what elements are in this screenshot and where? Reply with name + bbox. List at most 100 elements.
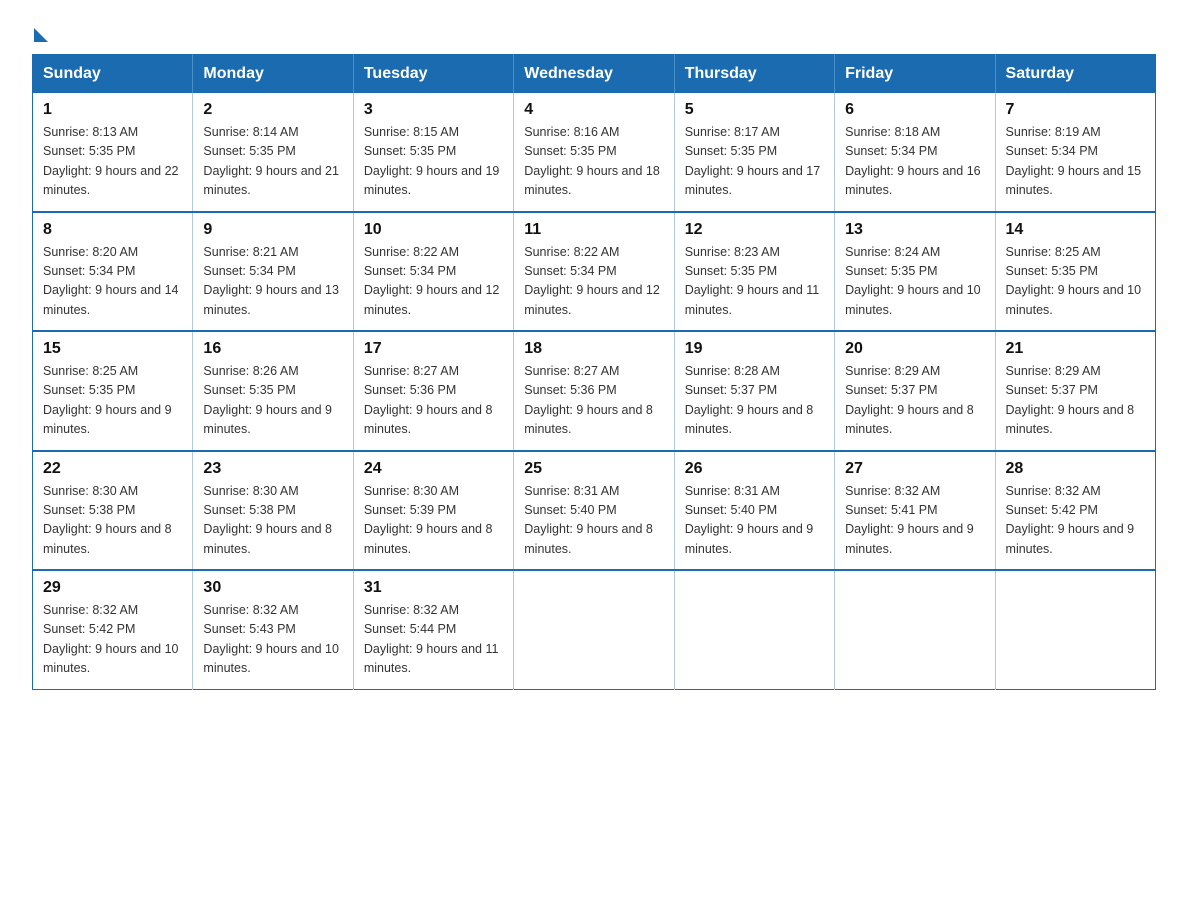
day-info: Sunrise: 8:30 AMSunset: 5:38 PMDaylight:… [203,484,332,556]
day-info: Sunrise: 8:30 AMSunset: 5:38 PMDaylight:… [43,484,172,556]
calendar-week-row: 15 Sunrise: 8:25 AMSunset: 5:35 PMDaylig… [33,331,1156,451]
day-number: 14 [1006,221,1145,239]
calendar-cell: 15 Sunrise: 8:25 AMSunset: 5:35 PMDaylig… [33,331,193,451]
day-info: Sunrise: 8:21 AMSunset: 5:34 PMDaylight:… [203,245,339,317]
day-number: 31 [364,579,503,597]
day-number: 28 [1006,460,1145,478]
calendar-cell: 13 Sunrise: 8:24 AMSunset: 5:35 PMDaylig… [835,212,995,332]
day-number: 5 [685,101,824,119]
day-number: 12 [685,221,824,239]
calendar-cell [514,570,674,689]
day-number: 26 [685,460,824,478]
day-number: 23 [203,460,342,478]
calendar-cell: 23 Sunrise: 8:30 AMSunset: 5:38 PMDaylig… [193,451,353,571]
day-info: Sunrise: 8:19 AMSunset: 5:34 PMDaylight:… [1006,125,1142,197]
calendar-cell: 22 Sunrise: 8:30 AMSunset: 5:38 PMDaylig… [33,451,193,571]
calendar-cell: 3 Sunrise: 8:15 AMSunset: 5:35 PMDayligh… [353,93,513,212]
day-number: 2 [203,101,342,119]
day-info: Sunrise: 8:22 AMSunset: 5:34 PMDaylight:… [524,245,660,317]
day-info: Sunrise: 8:32 AMSunset: 5:42 PMDaylight:… [43,603,179,675]
day-number: 6 [845,101,984,119]
day-info: Sunrise: 8:25 AMSunset: 5:35 PMDaylight:… [1006,245,1142,317]
calendar-cell: 30 Sunrise: 8:32 AMSunset: 5:43 PMDaylig… [193,570,353,689]
day-info: Sunrise: 8:32 AMSunset: 5:44 PMDaylight:… [364,603,499,675]
calendar-week-row: 29 Sunrise: 8:32 AMSunset: 5:42 PMDaylig… [33,570,1156,689]
day-number: 7 [1006,101,1145,119]
day-info: Sunrise: 8:26 AMSunset: 5:35 PMDaylight:… [203,364,332,436]
day-number: 21 [1006,340,1145,358]
calendar-cell: 28 Sunrise: 8:32 AMSunset: 5:42 PMDaylig… [995,451,1155,571]
calendar-cell: 17 Sunrise: 8:27 AMSunset: 5:36 PMDaylig… [353,331,513,451]
day-number: 1 [43,101,182,119]
calendar-cell: 25 Sunrise: 8:31 AMSunset: 5:40 PMDaylig… [514,451,674,571]
calendar-cell: 6 Sunrise: 8:18 AMSunset: 5:34 PMDayligh… [835,93,995,212]
calendar-cell: 27 Sunrise: 8:32 AMSunset: 5:41 PMDaylig… [835,451,995,571]
calendar-cell: 2 Sunrise: 8:14 AMSunset: 5:35 PMDayligh… [193,93,353,212]
calendar-cell: 5 Sunrise: 8:17 AMSunset: 5:35 PMDayligh… [674,93,834,212]
calendar-week-row: 22 Sunrise: 8:30 AMSunset: 5:38 PMDaylig… [33,451,1156,571]
day-info: Sunrise: 8:31 AMSunset: 5:40 PMDaylight:… [524,484,653,556]
day-info: Sunrise: 8:17 AMSunset: 5:35 PMDaylight:… [685,125,821,197]
calendar-header-friday: Friday [835,55,995,94]
calendar-cell [835,570,995,689]
calendar-cell [995,570,1155,689]
day-number: 9 [203,221,342,239]
day-number: 22 [43,460,182,478]
calendar-cell: 11 Sunrise: 8:22 AMSunset: 5:34 PMDaylig… [514,212,674,332]
calendar-cell: 24 Sunrise: 8:30 AMSunset: 5:39 PMDaylig… [353,451,513,571]
calendar-cell: 18 Sunrise: 8:27 AMSunset: 5:36 PMDaylig… [514,331,674,451]
calendar-cell: 16 Sunrise: 8:26 AMSunset: 5:35 PMDaylig… [193,331,353,451]
calendar-cell: 8 Sunrise: 8:20 AMSunset: 5:34 PMDayligh… [33,212,193,332]
calendar-header-sunday: Sunday [33,55,193,94]
calendar-cell [674,570,834,689]
calendar-week-row: 1 Sunrise: 8:13 AMSunset: 5:35 PMDayligh… [33,93,1156,212]
day-info: Sunrise: 8:29 AMSunset: 5:37 PMDaylight:… [1006,364,1135,436]
logo-arrow-icon [34,28,48,42]
day-number: 30 [203,579,342,597]
calendar-cell: 9 Sunrise: 8:21 AMSunset: 5:34 PMDayligh… [193,212,353,332]
day-number: 25 [524,460,663,478]
day-number: 19 [685,340,824,358]
day-number: 13 [845,221,984,239]
day-number: 29 [43,579,182,597]
calendar-cell: 14 Sunrise: 8:25 AMSunset: 5:35 PMDaylig… [995,212,1155,332]
day-number: 11 [524,221,663,239]
calendar-table: SundayMondayTuesdayWednesdayThursdayFrid… [32,54,1156,690]
calendar-cell: 12 Sunrise: 8:23 AMSunset: 5:35 PMDaylig… [674,212,834,332]
day-info: Sunrise: 8:18 AMSunset: 5:34 PMDaylight:… [845,125,981,197]
day-number: 18 [524,340,663,358]
calendar-cell: 1 Sunrise: 8:13 AMSunset: 5:35 PMDayligh… [33,93,193,212]
calendar-cell: 31 Sunrise: 8:32 AMSunset: 5:44 PMDaylig… [353,570,513,689]
day-info: Sunrise: 8:32 AMSunset: 5:43 PMDaylight:… [203,603,339,675]
day-number: 15 [43,340,182,358]
day-info: Sunrise: 8:28 AMSunset: 5:37 PMDaylight:… [685,364,814,436]
calendar-header-row: SundayMondayTuesdayWednesdayThursdayFrid… [33,55,1156,94]
day-info: Sunrise: 8:15 AMSunset: 5:35 PMDaylight:… [364,125,500,197]
calendar-cell: 21 Sunrise: 8:29 AMSunset: 5:37 PMDaylig… [995,331,1155,451]
day-info: Sunrise: 8:14 AMSunset: 5:35 PMDaylight:… [203,125,339,197]
day-number: 8 [43,221,182,239]
page-header [32,24,1156,38]
day-number: 16 [203,340,342,358]
day-number: 24 [364,460,503,478]
calendar-cell: 19 Sunrise: 8:28 AMSunset: 5:37 PMDaylig… [674,331,834,451]
calendar-cell: 29 Sunrise: 8:32 AMSunset: 5:42 PMDaylig… [33,570,193,689]
calendar-header-saturday: Saturday [995,55,1155,94]
day-number: 4 [524,101,663,119]
day-info: Sunrise: 8:23 AMSunset: 5:35 PMDaylight:… [685,245,820,317]
day-info: Sunrise: 8:25 AMSunset: 5:35 PMDaylight:… [43,364,172,436]
day-info: Sunrise: 8:30 AMSunset: 5:39 PMDaylight:… [364,484,493,556]
calendar-header-tuesday: Tuesday [353,55,513,94]
day-number: 3 [364,101,503,119]
calendar-header-monday: Monday [193,55,353,94]
logo [32,24,48,38]
calendar-cell: 7 Sunrise: 8:19 AMSunset: 5:34 PMDayligh… [995,93,1155,212]
day-number: 20 [845,340,984,358]
calendar-cell: 26 Sunrise: 8:31 AMSunset: 5:40 PMDaylig… [674,451,834,571]
day-info: Sunrise: 8:16 AMSunset: 5:35 PMDaylight:… [524,125,660,197]
calendar-cell: 10 Sunrise: 8:22 AMSunset: 5:34 PMDaylig… [353,212,513,332]
day-info: Sunrise: 8:32 AMSunset: 5:42 PMDaylight:… [1006,484,1135,556]
day-info: Sunrise: 8:20 AMSunset: 5:34 PMDaylight:… [43,245,179,317]
calendar-header-wednesday: Wednesday [514,55,674,94]
day-info: Sunrise: 8:32 AMSunset: 5:41 PMDaylight:… [845,484,974,556]
